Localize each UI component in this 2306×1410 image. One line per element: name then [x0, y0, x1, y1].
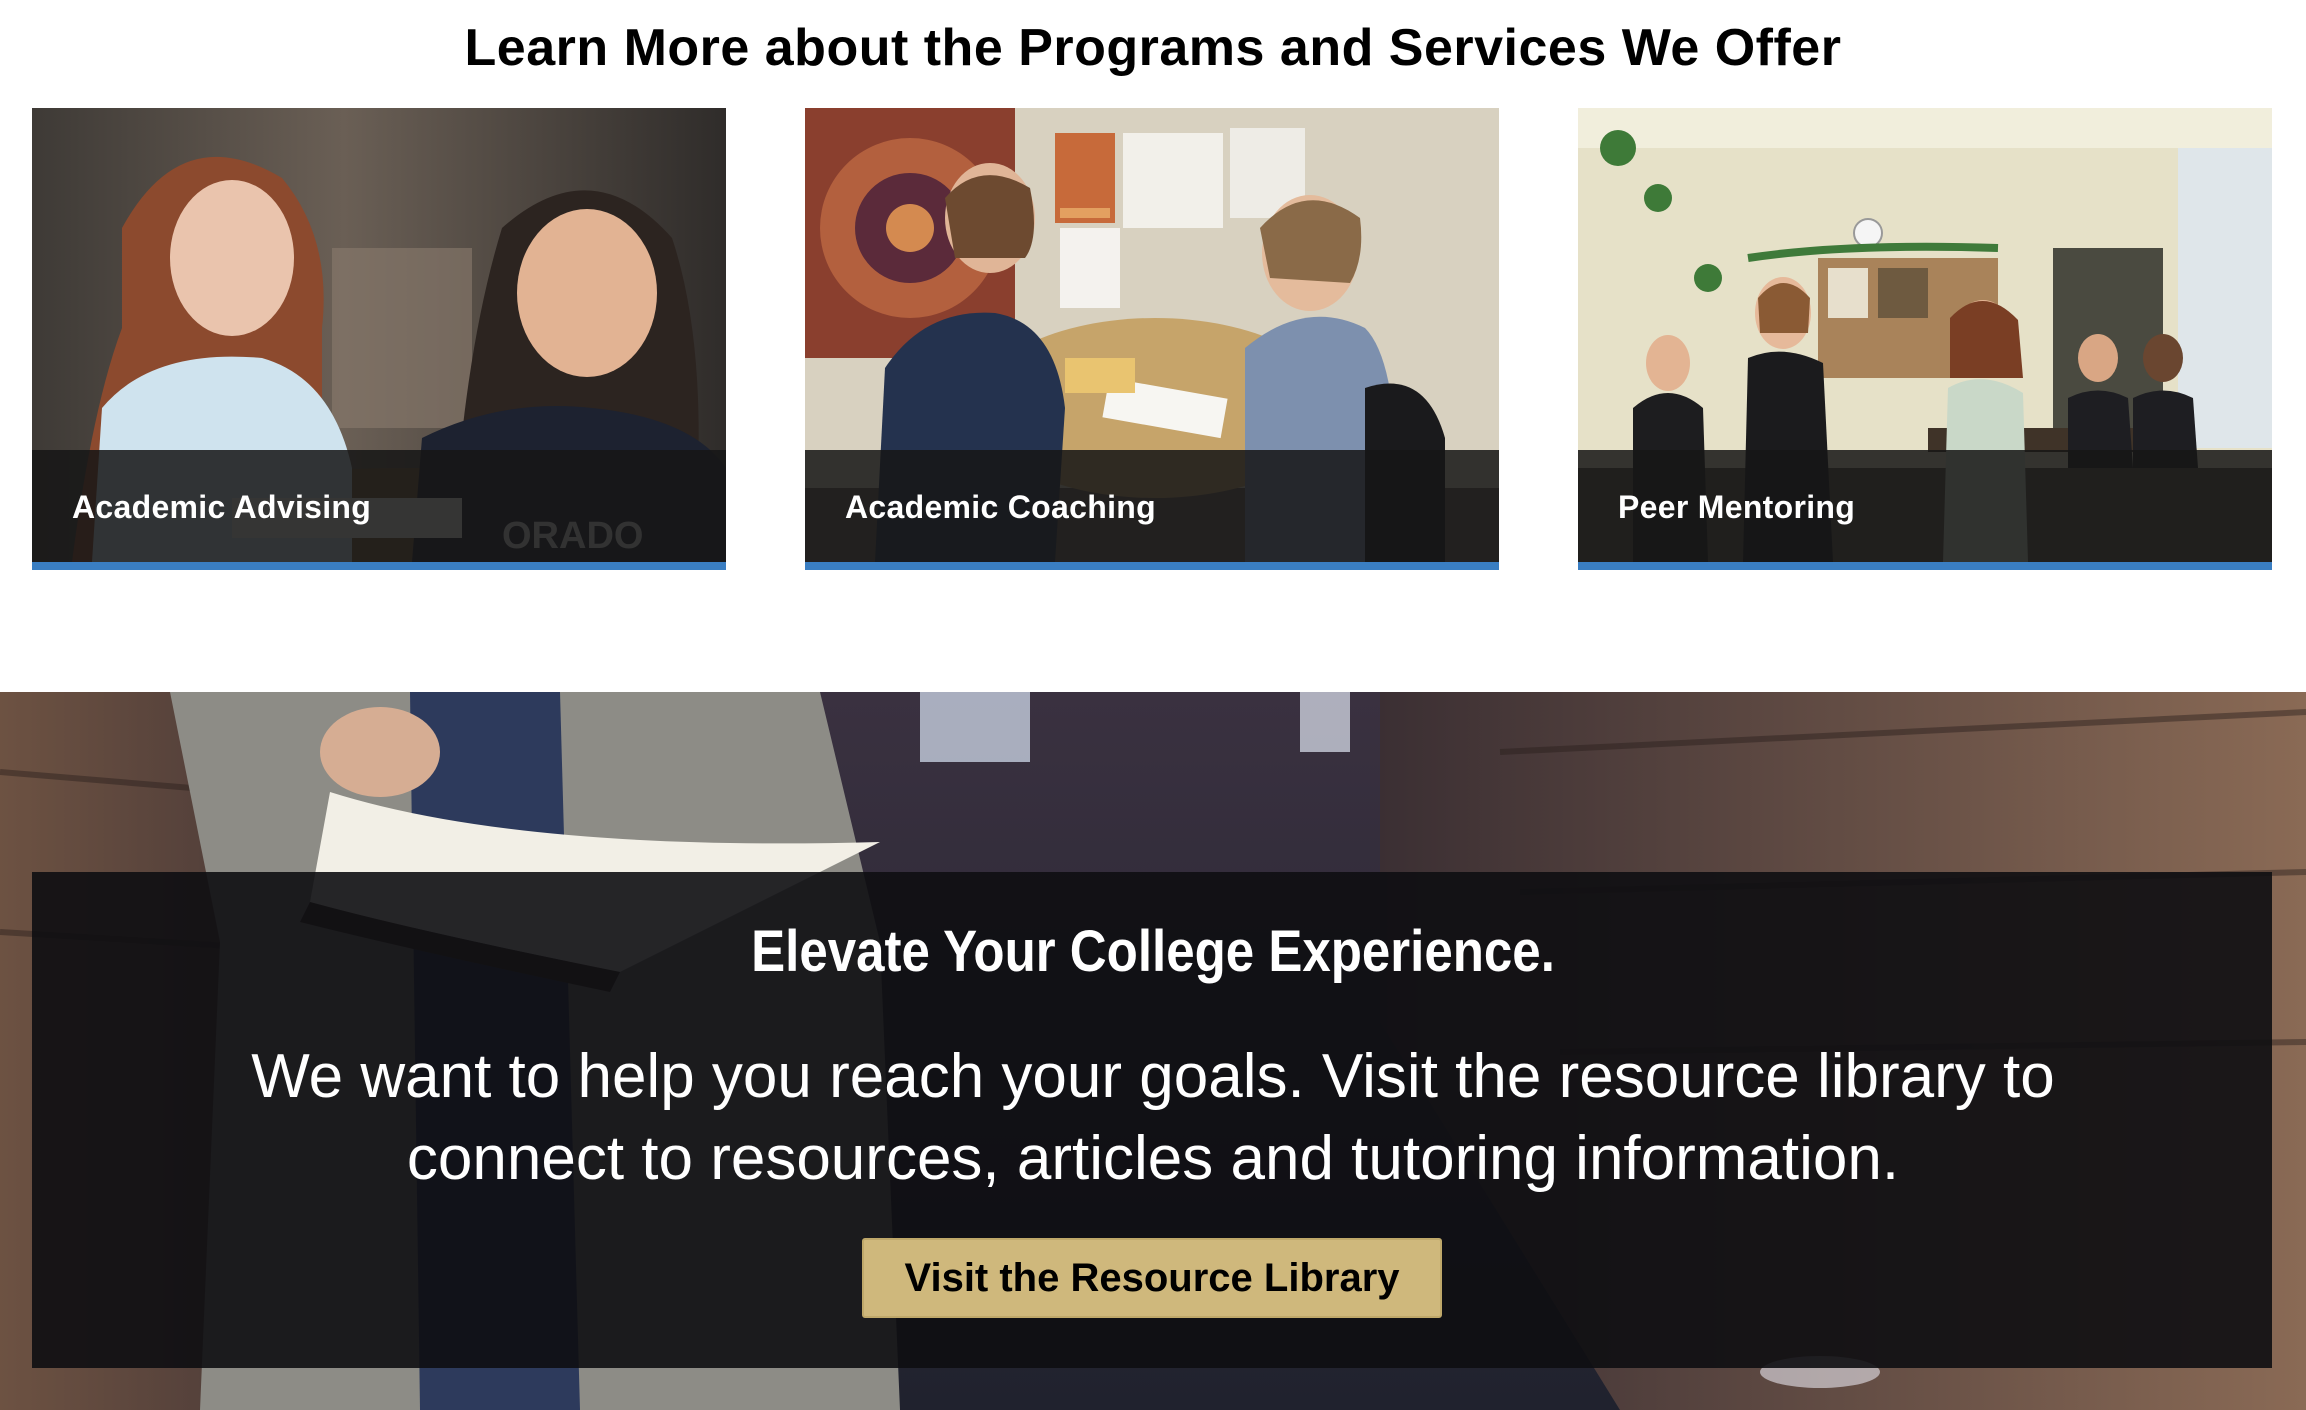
card-academic-advising[interactable]: ORADO Academic Advising: [32, 108, 726, 570]
page: Learn More about the Programs and Servic…: [0, 0, 2306, 1410]
programs-heading: Learn More about the Programs and Servic…: [464, 19, 1842, 77]
card-label: Peer Mentoring: [1618, 489, 1856, 525]
hero-description: We want to help you reach your goals. Vi…: [251, 1042, 2055, 1193]
resource-library-hero: Elevate Your College Experience. We want…: [0, 692, 2306, 1410]
card-label: Academic Coaching: [845, 489, 1156, 525]
program-cards: ORADO Academic Advising: [32, 108, 2272, 570]
card-label: Academic Advising: [72, 489, 372, 525]
card-peer-mentoring[interactable]: Peer Mentoring: [1578, 108, 2272, 570]
card-academic-coaching[interactable]: Academic Coaching: [805, 108, 1499, 570]
visit-resource-library-button[interactable]: Visit the Resource Library: [862, 1238, 1442, 1318]
hero-heading: Elevate Your College Experience.: [751, 919, 1555, 984]
